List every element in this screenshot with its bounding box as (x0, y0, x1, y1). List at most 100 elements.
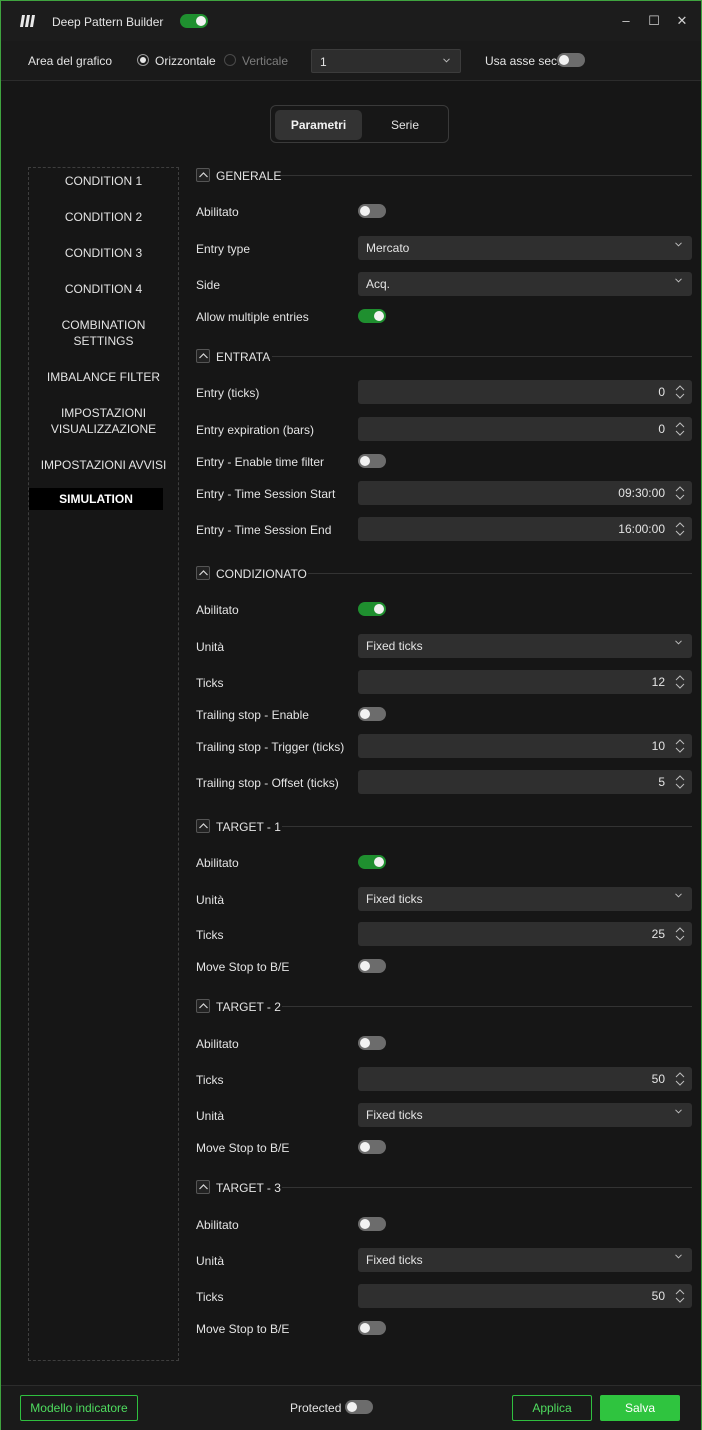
spinner-icon[interactable] (675, 1288, 685, 1304)
entry-ticks-input[interactable]: 0 (358, 380, 692, 404)
collapse-chevron-icon[interactable] (196, 999, 210, 1013)
spinner-icon[interactable] (675, 674, 685, 690)
chevron-down-icon (675, 1254, 682, 1259)
spinner-icon[interactable] (675, 1071, 685, 1087)
spinner-icon[interactable] (675, 926, 685, 942)
entry-ticks-value: 0 (658, 385, 665, 399)
entry-ticks-label: Entry (ticks) (196, 386, 260, 400)
trailing-trigger-input[interactable]: 10 (358, 734, 692, 758)
target-2-unit-select[interactable]: Fixed ticks (358, 1103, 692, 1127)
save-button[interactable]: Salva (600, 1395, 680, 1421)
time-filter-toggle[interactable] (358, 454, 386, 468)
chevron-down-icon (675, 1109, 682, 1114)
sidebar-item-combination-settings[interactable]: COMBINATION SETTINGS (29, 317, 178, 349)
section-title: TARGET - 2 (216, 1000, 281, 1014)
sidebar-nav: CONDITION 1 CONDITION 2 CONDITION 3 COND… (28, 167, 179, 1361)
allow-multiple-entries-toggle[interactable] (358, 309, 386, 323)
target-2-unit-value: Fixed ticks (366, 1108, 423, 1122)
enabled-label: Abilitato (196, 205, 239, 219)
secondary-axis-toggle[interactable] (557, 53, 585, 67)
tab-parameters[interactable]: Parametri (275, 110, 362, 140)
entry-expiration-value: 0 (658, 422, 665, 436)
side-select[interactable]: Acq. (358, 272, 692, 296)
spinner-icon[interactable] (675, 521, 685, 537)
spinner-icon[interactable] (675, 421, 685, 437)
indicator-enabled-toggle[interactable] (180, 14, 208, 28)
conditional-enabled-toggle[interactable] (358, 602, 386, 616)
collapse-chevron-icon[interactable] (196, 566, 210, 580)
target-2-ticks-input[interactable]: 50 (358, 1067, 692, 1091)
unit-label: Unità (196, 1254, 225, 1268)
minimize-icon[interactable]: – (618, 13, 634, 29)
general-enabled-toggle[interactable] (358, 204, 386, 218)
allow-multiple-entries-label: Allow multiple entries (196, 310, 309, 324)
enabled-label: Abilitato (196, 1037, 239, 1051)
entry-type-value: Mercato (366, 241, 410, 255)
trailing-offset-input[interactable]: 5 (358, 770, 692, 794)
radio-horizontal[interactable] (137, 54, 149, 66)
collapse-chevron-icon[interactable] (196, 819, 210, 833)
sidebar-item-condition-1[interactable]: CONDITION 1 (29, 173, 178, 189)
chart-area-label: Area del grafico (28, 54, 113, 68)
time-filter-label: Entry - Enable time filter (196, 455, 325, 469)
apply-button[interactable]: Applica (512, 1395, 592, 1421)
title-bar: Deep Pattern Builder – ☐ ✕ (1, 1, 701, 41)
spinner-icon[interactable] (675, 384, 685, 400)
conditional-ticks-input[interactable]: 12 (358, 670, 692, 694)
protected-toggle[interactable] (345, 1400, 373, 1414)
target-2-enabled-toggle[interactable] (358, 1036, 386, 1050)
section-general-header[interactable]: GENERALE (196, 168, 692, 184)
trailing-enable-toggle[interactable] (358, 707, 386, 721)
chart-area-select[interactable]: 1 (311, 49, 461, 73)
target-1-ticks-input[interactable]: 25 (358, 922, 692, 946)
target-3-move-stop-toggle[interactable] (358, 1321, 386, 1335)
conditional-ticks-value: 12 (651, 675, 665, 689)
sidebar-item-condition-2[interactable]: CONDITION 2 (29, 209, 178, 225)
collapse-chevron-icon[interactable] (196, 168, 210, 182)
target-3-unit-select[interactable]: Fixed ticks (358, 1248, 692, 1272)
collapse-chevron-icon[interactable] (196, 1180, 210, 1194)
sidebar-item-imbalance-filter[interactable]: IMBALANCE FILTER (29, 369, 178, 385)
chevron-down-icon (443, 58, 450, 63)
section-target-2-header[interactable]: TARGET - 2 (196, 999, 692, 1015)
session-end-input[interactable]: 16:00:00 (358, 517, 692, 541)
radio-horizontal-label[interactable]: Orizzontale (155, 54, 216, 68)
radio-vertical-label[interactable]: Verticale (242, 54, 288, 68)
side-value: Acq. (366, 277, 391, 291)
sidebar-item-display-settings[interactable]: IMPOSTAZIONI VISUALIZZAZIONE (29, 405, 178, 437)
target-2-move-stop-toggle[interactable] (358, 1140, 386, 1154)
section-target-3-header[interactable]: TARGET - 3 (196, 1180, 692, 1196)
session-start-input[interactable]: 09:30:00 (358, 481, 692, 505)
sidebar-item-simulation[interactable]: SIMULATION (29, 488, 163, 510)
entry-expiration-input[interactable]: 0 (358, 417, 692, 441)
move-stop-label: Move Stop to B/E (196, 1141, 290, 1155)
target-1-enabled-toggle[interactable] (358, 855, 386, 869)
spinner-icon[interactable] (675, 485, 685, 501)
target-3-ticks-input[interactable]: 50 (358, 1284, 692, 1308)
maximize-icon[interactable]: ☐ (646, 13, 662, 29)
enabled-label: Abilitato (196, 856, 239, 870)
tab-bar: Parametri Serie (270, 105, 449, 143)
section-target-1-header[interactable]: TARGET - 1 (196, 819, 692, 835)
section-divider (282, 826, 692, 827)
spinner-icon[interactable] (675, 738, 685, 754)
close-icon[interactable]: ✕ (674, 13, 690, 29)
ticks-label: Ticks (196, 1290, 224, 1304)
sidebar-item-condition-4[interactable]: CONDITION 4 (29, 281, 178, 297)
move-stop-label: Move Stop to B/E (196, 960, 290, 974)
section-entry-header[interactable]: ENTRATA (196, 349, 692, 365)
section-divider (282, 1006, 692, 1007)
radio-vertical[interactable] (224, 54, 236, 66)
entry-type-select[interactable]: Mercato (358, 236, 692, 260)
conditional-unit-select[interactable]: Fixed ticks (358, 634, 692, 658)
spinner-icon[interactable] (675, 774, 685, 790)
indicator-template-button[interactable]: Modello indicatore (20, 1395, 138, 1421)
sidebar-item-condition-3[interactable]: CONDITION 3 (29, 245, 178, 261)
tab-series[interactable]: Serie (363, 110, 447, 140)
section-conditional-header[interactable]: CONDIZIONATO (196, 566, 692, 582)
collapse-chevron-icon[interactable] (196, 349, 210, 363)
sidebar-item-alert-settings[interactable]: IMPOSTAZIONI AVVISI (29, 457, 178, 473)
target-3-enabled-toggle[interactable] (358, 1217, 386, 1231)
target-1-unit-select[interactable]: Fixed ticks (358, 887, 692, 911)
target-1-move-stop-toggle[interactable] (358, 959, 386, 973)
